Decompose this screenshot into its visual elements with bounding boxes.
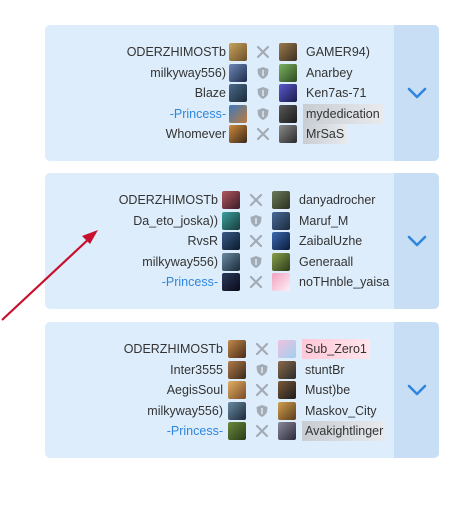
shield-icon xyxy=(256,364,268,376)
player-name-left[interactable]: ODERZHIMOSTb xyxy=(124,339,223,359)
hero-avatar xyxy=(279,84,297,102)
hero-avatar xyxy=(272,191,290,209)
hero-avatar xyxy=(272,212,290,230)
hero-avatar xyxy=(229,125,247,143)
swords-icon xyxy=(255,342,269,356)
player-name-left[interactable]: milkyway556) xyxy=(150,63,226,83)
player-name-right[interactable]: MrSaS xyxy=(303,124,348,144)
match-row: ODERZHIMOSTb GAMER94) xyxy=(45,42,394,62)
player-name-left[interactable]: Blaze xyxy=(195,83,226,103)
hero-avatar xyxy=(222,191,240,209)
hero-avatar xyxy=(229,43,247,61)
shield-icon xyxy=(257,87,269,99)
match-row: ODERZHIMOSTb Sub_Zero1 xyxy=(45,339,394,359)
expand-button[interactable] xyxy=(394,25,439,161)
chevron-down-icon xyxy=(407,384,426,396)
player-name-right[interactable]: GAMER94) xyxy=(303,42,373,62)
shield-icon xyxy=(250,215,262,227)
annotation-arrow xyxy=(1,230,98,321)
hero-avatar xyxy=(278,381,296,399)
player-name-left[interactable]: ODERZHIMOSTb xyxy=(127,42,226,62)
swords-icon xyxy=(249,193,263,207)
hero-avatar xyxy=(278,402,296,420)
swords-icon xyxy=(255,424,269,438)
match-card-2: ODERZHIMOSTb danyadrocher Da_eto_joska))… xyxy=(45,173,439,309)
player-name-right[interactable]: Anarbey xyxy=(303,63,356,83)
match-row: AegisSoul Must)be xyxy=(45,380,394,400)
player-name-right[interactable]: ZaibalUzhe xyxy=(296,231,365,251)
hero-avatar xyxy=(222,273,240,291)
shield-icon xyxy=(257,67,269,79)
swords-icon xyxy=(256,127,270,141)
hero-avatar xyxy=(229,105,247,123)
hero-avatar xyxy=(222,232,240,250)
player-name-left[interactable]: ODERZHIMOSTb xyxy=(119,190,218,210)
player-name-right[interactable]: Maruf_M xyxy=(296,211,351,231)
player-name-left[interactable]: -Princess- xyxy=(162,272,218,292)
match-row: milkyway556) Maskov_City xyxy=(45,401,394,421)
player-name-right[interactable]: Ken7as-71 xyxy=(303,83,369,103)
match-row: Whomever MrSaS xyxy=(45,124,394,144)
shield-icon xyxy=(257,108,269,120)
player-name-right[interactable]: Maskov_City xyxy=(302,401,380,421)
player-name-left[interactable]: milkyway556) xyxy=(147,401,223,421)
player-name-right[interactable]: Sub_Zero1 xyxy=(302,339,370,359)
hero-avatar xyxy=(228,361,246,379)
player-name-left[interactable]: AegisSoul xyxy=(167,380,223,400)
swords-icon xyxy=(256,45,270,59)
player-name-right[interactable]: noTHnble_yaisa xyxy=(296,272,392,292)
match-row: milkyway556) Anarbey xyxy=(45,63,394,83)
hero-avatar xyxy=(278,422,296,440)
hero-avatar xyxy=(228,402,246,420)
chevron-down-icon xyxy=(407,235,426,247)
player-name-left[interactable]: -Princess- xyxy=(170,104,226,124)
expand-button[interactable] xyxy=(394,173,439,309)
player-name-left[interactable]: milkyway556) xyxy=(142,252,218,272)
hero-avatar xyxy=(229,84,247,102)
hero-avatar xyxy=(279,105,297,123)
match-row: Inter3555 stuntBr xyxy=(45,360,394,380)
player-name-right[interactable]: danyadrocher xyxy=(296,190,378,210)
hero-avatar xyxy=(228,422,246,440)
player-name-left[interactable]: Whomever xyxy=(166,124,226,144)
match-row: -Princess- Avakightlinger xyxy=(45,421,394,441)
hero-avatar xyxy=(228,381,246,399)
hero-avatar xyxy=(229,64,247,82)
match-row: Blaze Ken7as-71 xyxy=(45,83,394,103)
player-name-left[interactable]: -Princess- xyxy=(167,421,223,441)
match-row: ODERZHIMOSTb danyadrocher xyxy=(45,190,394,210)
swords-icon xyxy=(255,383,269,397)
hero-avatar xyxy=(279,64,297,82)
hero-avatar xyxy=(222,253,240,271)
chevron-down-icon xyxy=(407,87,426,99)
hero-avatar xyxy=(222,212,240,230)
player-name-left[interactable]: RvsR xyxy=(187,231,218,251)
expand-button[interactable] xyxy=(394,322,439,458)
player-name-right[interactable]: stuntBr xyxy=(302,360,348,380)
hero-avatar xyxy=(272,232,290,250)
hero-avatar xyxy=(279,125,297,143)
hero-avatar xyxy=(278,361,296,379)
swords-icon xyxy=(249,234,263,248)
player-name-left[interactable]: Inter3555 xyxy=(170,360,223,380)
hero-avatar xyxy=(278,340,296,358)
player-name-right[interactable]: Avakightlinger xyxy=(302,421,387,441)
hero-avatar xyxy=(272,253,290,271)
match-card-3: ODERZHIMOSTb Sub_Zero1 Inter3555 stuntBr… xyxy=(45,322,439,458)
player-name-right[interactable]: Generaall xyxy=(296,252,356,272)
player-name-right[interactable]: mydedication xyxy=(303,104,383,124)
shield-icon xyxy=(250,256,262,268)
shield-icon xyxy=(256,405,268,417)
hero-avatar xyxy=(272,273,290,291)
player-name-right[interactable]: Must)be xyxy=(302,380,353,400)
player-name-left[interactable]: Da_eto_joska)) xyxy=(133,211,218,231)
match-row: -Princess- mydedication xyxy=(45,104,394,124)
hero-avatar xyxy=(279,43,297,61)
swords-icon xyxy=(249,275,263,289)
hero-avatar xyxy=(228,340,246,358)
match-card-1: ODERZHIMOSTb GAMER94) milkyway556) Anarb… xyxy=(45,25,439,161)
